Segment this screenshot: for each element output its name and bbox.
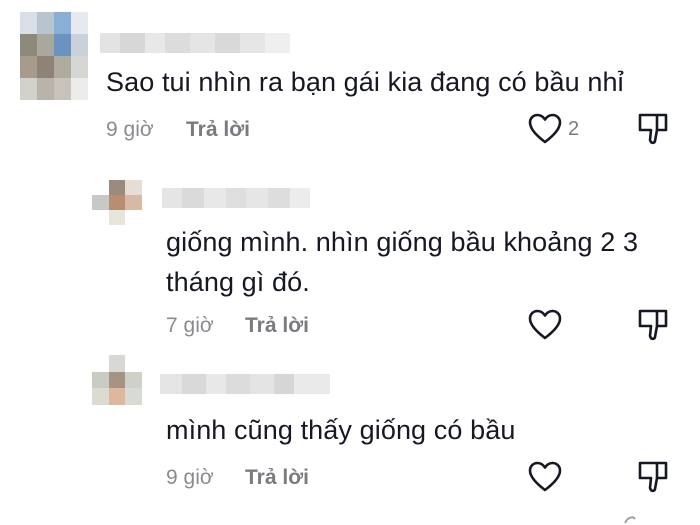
thumbs-down-icon [638, 113, 668, 145]
like-button[interactable] [528, 309, 562, 341]
reply-comment-item: giống mình. nhìn giống bầu khoảng 2 3 th… [0, 170, 700, 345]
like-button[interactable]: 2 [528, 113, 579, 145]
heart-icon [528, 309, 562, 340]
like-button[interactable] [528, 461, 562, 493]
dislike-button[interactable] [636, 112, 670, 151]
avatar[interactable] [20, 12, 88, 100]
comment-text-line-1: giống mình. nhìn giống bầu khoảng 2 3 [166, 227, 639, 257]
username-blurred[interactable] [162, 188, 310, 208]
dislike-button[interactable] [636, 308, 670, 347]
comment-text: mình cũng thấy giống có bầu [166, 415, 516, 445]
avatar[interactable] [92, 355, 158, 421]
reply-comment-item: mình cũng thấy giống có bầu 9 giờ Trả lờ… [0, 350, 700, 525]
dislike-button[interactable] [636, 460, 670, 499]
comment-timestamp: 9 giờ [166, 466, 214, 489]
thumbs-down-icon [638, 309, 668, 341]
heart-icon [528, 113, 562, 144]
thumbs-down-icon [638, 461, 668, 493]
reply-button[interactable]: Trả lời [186, 118, 250, 142]
comment-timestamp: 9 giờ [106, 118, 154, 141]
comment-text-line-2: tháng gì đó. [166, 267, 310, 297]
username-blurred[interactable] [100, 33, 290, 53]
reply-button[interactable]: Trả lời [245, 466, 309, 490]
comment-timestamp: 7 giờ [166, 314, 214, 337]
reply-button[interactable]: Trả lời [245, 314, 309, 338]
username-blurred[interactable] [160, 374, 330, 394]
heart-icon [528, 461, 562, 492]
avatar[interactable] [92, 180, 158, 240]
partial-glyph-decoration [624, 516, 636, 524]
comment-text: Sao tui nhìn ra bạn gái kia đang có bầu … [106, 67, 624, 97]
like-count: 2 [568, 117, 580, 140]
comment-item: Sao tui nhìn ra bạn gái kia đang có bầu … [0, 0, 700, 160]
